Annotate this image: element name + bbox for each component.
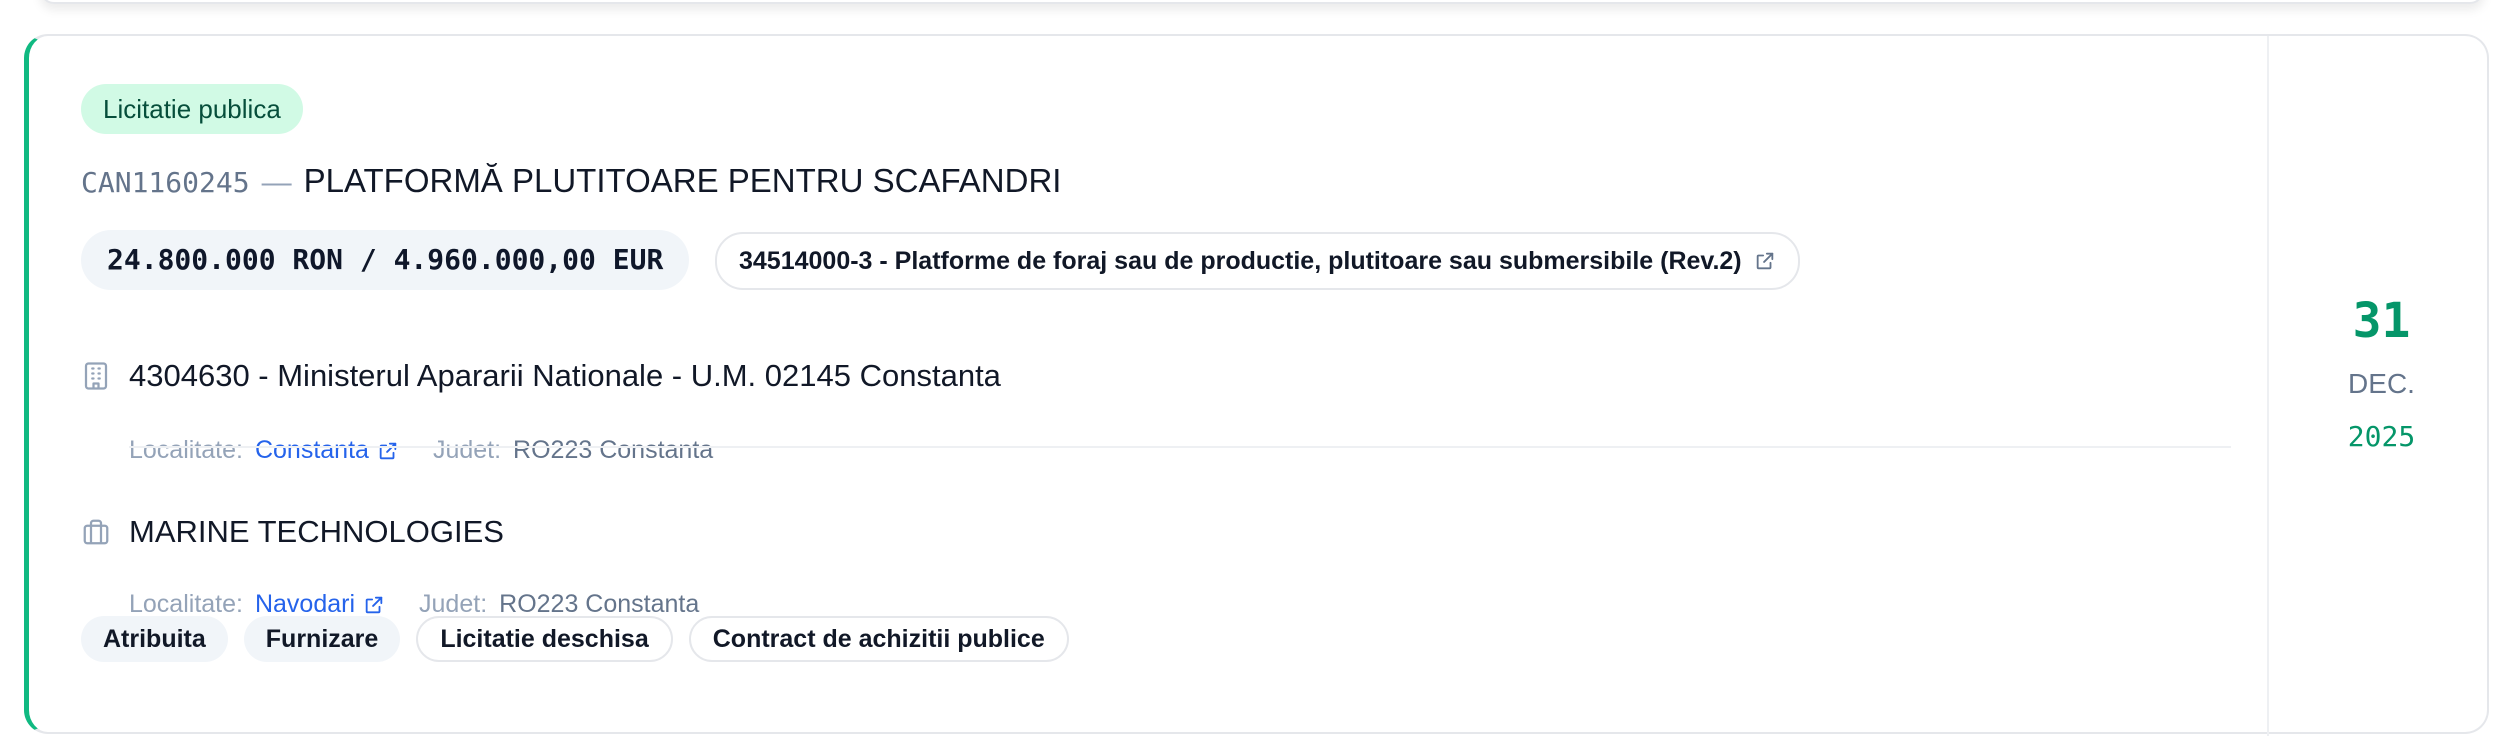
county-label: Judet: [432,436,502,464]
authority-locality-link[interactable]: Constanta [255,436,369,465]
locality-label: Localitate: [129,590,243,618]
tag-procedure: Licitatie deschisa [416,616,673,662]
title-separator: — [261,166,292,199]
notice-code: CAN1160245 [81,166,250,199]
authority-row: 4304630 - Ministerul Apararii Nationale … [81,358,1001,394]
supplier-name[interactable]: MARINE TECHNOLOGIES [129,514,504,550]
date-month: DEC. [2348,368,2415,399]
tag-list: Atribuita Furnizare Licitatie deschisa C… [81,616,1069,662]
cpv-link[interactable]: 34514000-3 - Platforme de foraj sau de p… [715,232,1800,290]
tag-contract-category: Contract de achizitii publice [688,616,1069,662]
tag-status: Atribuita [81,616,228,662]
authority-county: RO223 Constanta [513,436,714,464]
tag-contract-type: Furnizare [243,616,401,662]
building-icon [84,362,108,390]
authority-name[interactable]: 4304630 - Ministerul Apararii Nationale … [129,358,1001,394]
locality-label: Localitate: [129,436,243,464]
title-row: CAN1160245 — PLATFORMĂ PLUTITOARE PENTRU S… [81,156,1061,213]
supplier-row: MARINE TECHNOLOGIES [81,514,504,550]
briefcase-icon [83,519,109,545]
date-day: 31 [2352,293,2411,349]
cpv-label: 34514000-3 - Platforme de foraj sau de p… [739,247,1742,275]
external-link-icon[interactable] [377,440,399,462]
notice-title[interactable]: PLATFORMĂ PLUTITOARE PENTRU SCAFANDRI [304,162,1062,199]
external-link-icon[interactable] [363,594,385,616]
date-block: 31 DEC. 2025 [2269,286,2494,462]
supplier-locality-link[interactable]: Navodari [255,590,355,619]
section-divider [129,446,2231,448]
date-year: 2025 [2347,420,2416,453]
procedure-type-badge: Licitatie publica [81,84,303,134]
previous-card [40,0,2484,4]
contract-value: 24.800.000 RON / 4.960.000,00 EUR [81,230,690,290]
supplier-meta: Localitate: Navodari Judet: RO223 Consta… [129,590,699,619]
tender-card[interactable]: Licitatie publica CAN1160245 — PLATFORMĂ P… [24,34,2489,736]
supplier-county: RO223 Constanta [499,590,700,618]
external-link-icon [1756,252,1773,270]
authority-meta: Localitate: Constanta Judet: RO223 Const… [129,436,713,465]
county-label: Judet: [419,590,488,618]
